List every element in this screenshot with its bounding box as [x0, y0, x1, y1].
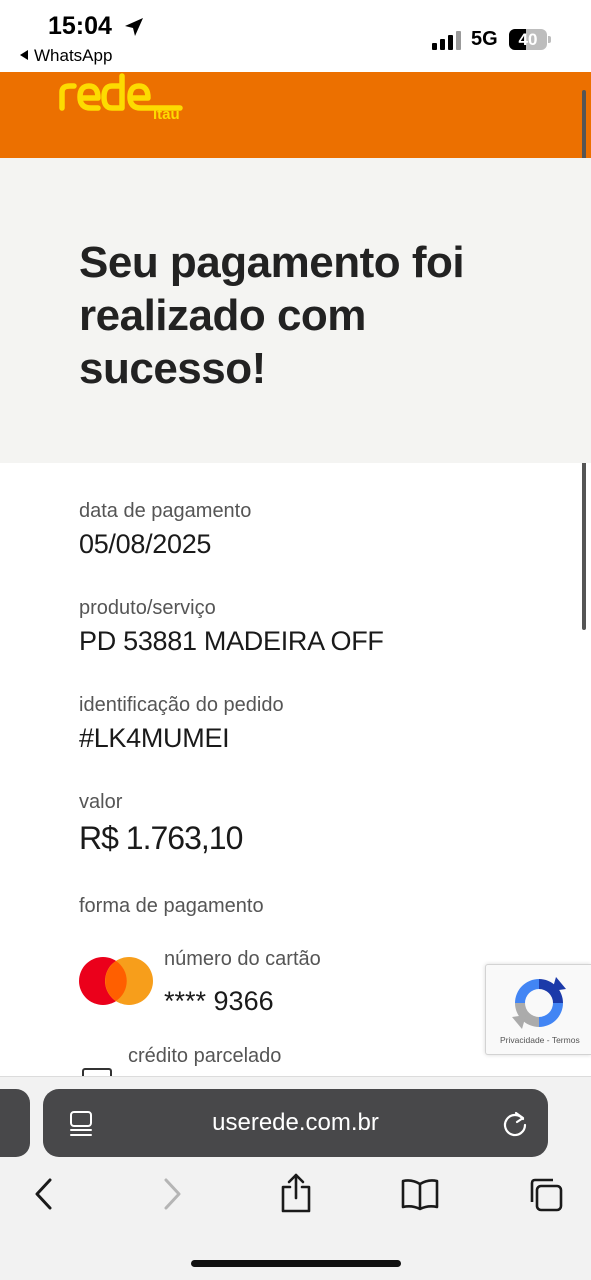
card-number-label: número do cartão: [164, 948, 321, 970]
status-bar: 15:04 WhatsApp 5G 40: [0, 0, 591, 72]
payment-date-value: 05/08/2025: [79, 529, 212, 559]
previous-tab-preview[interactable]: [0, 1089, 30, 1157]
recaptcha-terms-link[interactable]: Termos: [552, 1035, 580, 1045]
payment-method-label: forma de pagamento: [79, 895, 264, 917]
battery-cap: [548, 36, 551, 43]
tabs-icon[interactable]: [527, 1176, 565, 1214]
payment-date-label: data de pagamento: [79, 500, 252, 522]
status-time: 15:04: [48, 12, 112, 40]
address-bar[interactable]: userede.com.br: [43, 1089, 548, 1157]
back-triangle-icon: [20, 50, 28, 60]
order-id-label: identificação do pedido: [79, 694, 284, 716]
amount-value: R$ 1.763,10: [79, 820, 243, 856]
network-type: 5G: [471, 28, 498, 50]
installment-credit-label: crédito parcelado: [128, 1045, 282, 1067]
battery-level: 40: [518, 30, 538, 49]
recaptcha-privacy-link[interactable]: Privacidade: [500, 1035, 544, 1045]
back-app-label: WhatsApp: [34, 46, 113, 65]
back-to-app-link[interactable]: WhatsApp: [20, 46, 112, 66]
credit-card-icon: [82, 1068, 112, 1076]
home-indicator[interactable]: [191, 1260, 401, 1267]
order-id-value: #LK4MUMEI: [79, 723, 230, 753]
itau-logo-text: Itaú: [153, 106, 180, 123]
url-text[interactable]: userede.com.br: [43, 1089, 548, 1157]
forward-icon[interactable]: [158, 1176, 186, 1212]
mastercard-icon: [79, 957, 153, 1005]
reader-icon[interactable]: [68, 1110, 94, 1138]
rede-logo[interactable]: [58, 72, 188, 132]
battery-icon: 40: [509, 29, 547, 50]
back-icon[interactable]: [30, 1176, 58, 1212]
amount-label: valor: [79, 791, 123, 813]
bookmarks-icon[interactable]: [400, 1176, 440, 1212]
share-icon[interactable]: [279, 1172, 313, 1214]
product-label: produto/serviço: [79, 597, 216, 619]
card-number-value: **** 9366: [164, 986, 274, 1016]
page-title: Seu pagamento foi realizado com sucesso!: [79, 238, 465, 393]
location-arrow-icon: [125, 18, 143, 36]
recaptcha-icon: [512, 977, 566, 1029]
cellular-signal-icon: [432, 30, 464, 50]
recaptcha-badge[interactable]: Privacidade - Termos: [485, 964, 591, 1055]
reload-icon[interactable]: [501, 1109, 529, 1137]
recaptcha-links: Privacidade - Termos: [500, 1035, 580, 1045]
product-value: PD 53881 MADEIRA OFF: [79, 626, 384, 656]
